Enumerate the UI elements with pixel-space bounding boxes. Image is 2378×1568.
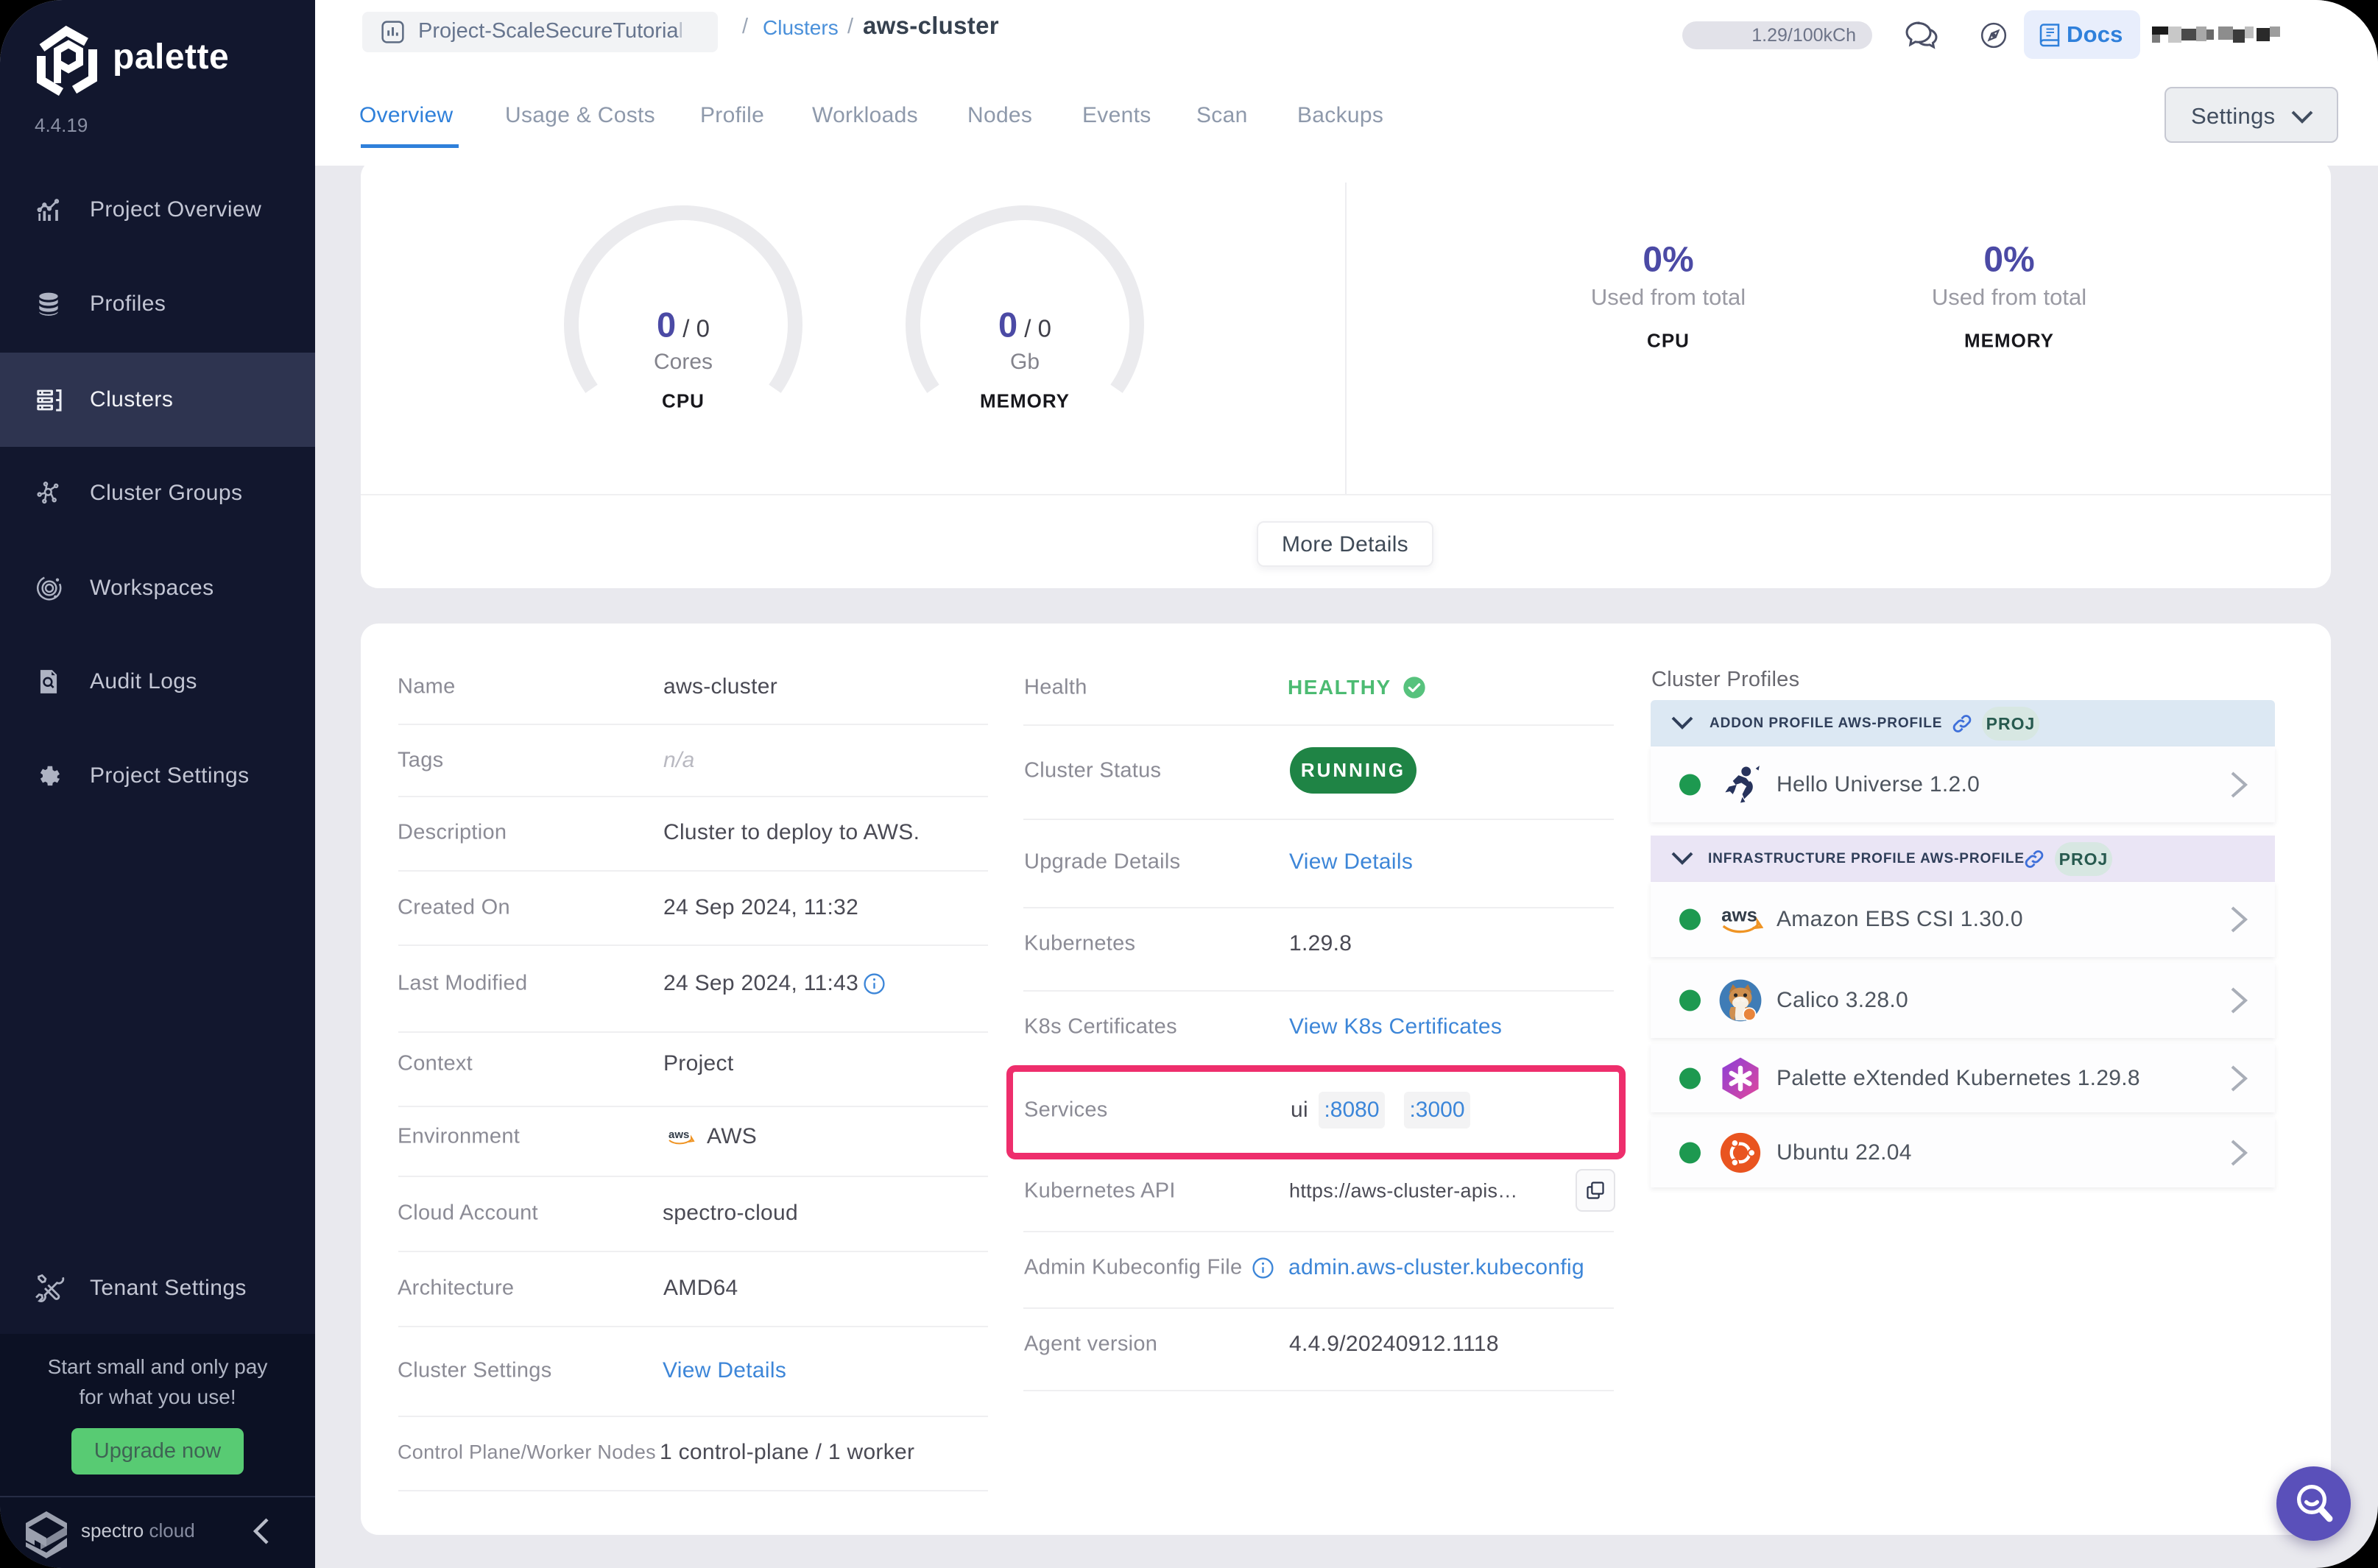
svg-text:aws: aws	[1721, 905, 1757, 926]
svg-text:aws: aws	[668, 1129, 689, 1141]
